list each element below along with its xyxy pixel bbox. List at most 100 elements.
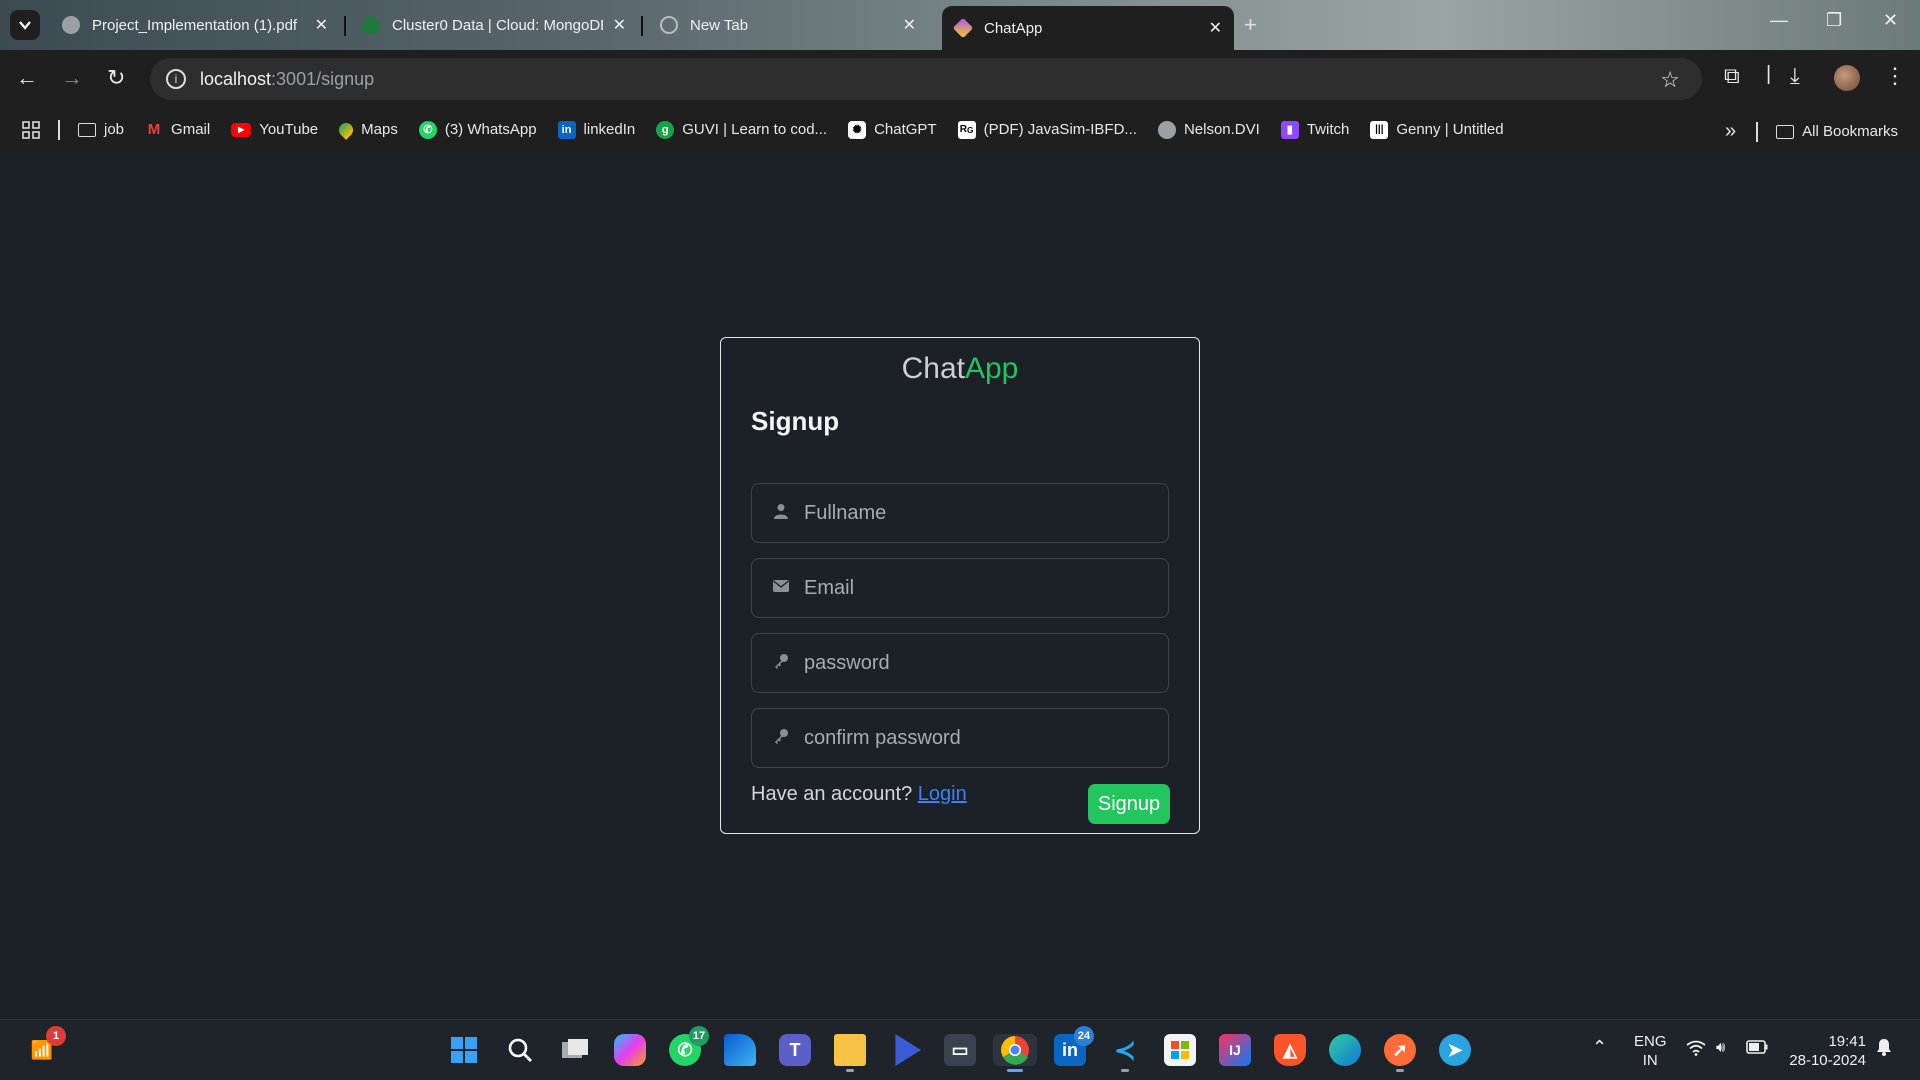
language-code: ENG (1634, 1033, 1667, 1050)
linkedin-icon[interactable]: in 24 (1054, 1026, 1094, 1066)
clock-time: 19:41 (1828, 1033, 1866, 1050)
password-input[interactable] (804, 651, 1144, 675)
intellij-icon[interactable]: IJ (1219, 1034, 1251, 1066)
profile-avatar[interactable] (1834, 65, 1860, 91)
restore-icon[interactable]: ❐ (1826, 10, 1842, 31)
edge-dev-icon[interactable] (724, 1034, 756, 1066)
chrome-icon[interactable] (993, 1034, 1037, 1072)
bookmark-javasim-pdf[interactable]: RG (PDF) JavaSim-IBFD... (957, 120, 1137, 139)
search-icon[interactable] (504, 1034, 536, 1066)
teams-icon[interactable]: T (779, 1034, 811, 1066)
whatsapp-icon[interactable]: ✆ 17 (669, 1026, 709, 1066)
bookmarks-right: » All Bookmarks (1725, 120, 1898, 143)
bookmark-twitch[interactable]: ▮ Twitch (1280, 120, 1349, 139)
all-bookmarks-button[interactable]: All Bookmarks (1776, 123, 1898, 140)
linkedin-icon: in (557, 120, 576, 139)
browser-toolbar: ← → ↻ i localhost :3001/signup ☆ ⧉ | ⤓ ⋮ (0, 50, 1920, 108)
login-link[interactable]: Login (918, 783, 967, 805)
copilot-icon[interactable] (614, 1034, 646, 1066)
signup-button[interactable]: Signup (1088, 784, 1170, 824)
extensions-icon[interactable]: ⧉ (1724, 63, 1740, 89)
language-indicator[interactable]: ENG IN (1634, 1032, 1667, 1070)
linkedin-badge: 24 (1074, 1026, 1094, 1046)
minimize-icon[interactable]: — (1770, 10, 1788, 31)
task-view-icon[interactable] (559, 1034, 591, 1066)
tab-chatapp[interactable]: ChatApp ✕ (942, 6, 1234, 50)
file-explorer-icon[interactable] (834, 1034, 866, 1072)
password-field[interactable] (751, 633, 1169, 693)
bookmark-chatgpt[interactable]: ✺ ChatGPT (848, 120, 937, 139)
folder-icon (1776, 124, 1795, 139)
clock[interactable]: 19:41 28-10-2024 (1786, 1032, 1866, 1070)
site-info-icon[interactable]: i (166, 69, 186, 89)
address-bar[interactable]: i localhost :3001/signup ☆ (150, 58, 1702, 100)
notification-bell-icon[interactable] (1876, 1038, 1892, 1061)
postman-icon[interactable]: ➚ (1384, 1034, 1416, 1072)
app-viewport: ChatApp Signup Fullname Email Have an ac… (0, 151, 1920, 1019)
close-icon[interactable]: ✕ (1209, 18, 1222, 38)
fullname-input[interactable] (804, 501, 1144, 525)
have-account-text: Have an account? (751, 783, 913, 805)
whatsapp-icon: ✆ (418, 120, 437, 139)
forward-arrow-icon[interactable]: → (61, 65, 83, 91)
guvi-icon: g (656, 120, 675, 139)
tab-mongodb[interactable]: Cluster0 Data | Cloud: MongoDB ✕ (350, 6, 638, 44)
tab-separator (641, 16, 643, 36)
more-menu-icon[interactable]: ⋮ (1884, 63, 1906, 89)
telegram-icon[interactable]: ➤ (1439, 1034, 1471, 1066)
bookmark-guvi[interactable]: g GUVI | Learn to cod... (656, 120, 827, 139)
start-windows-icon[interactable] (448, 1034, 480, 1066)
more-bookmarks-chevron-icon[interactable]: » (1725, 120, 1736, 143)
bookmark-genny[interactable]: ||| Genny | Untitled (1370, 120, 1504, 139)
bookmark-label: job (104, 121, 125, 138)
terminal-icon[interactable]: ▭ (944, 1034, 976, 1066)
new-tab-button[interactable]: + (1244, 12, 1257, 38)
bookmark-star-icon[interactable]: ☆ (1660, 67, 1680, 93)
confirm-password-field[interactable] (751, 708, 1169, 768)
power-automate-icon[interactable] (895, 1034, 921, 1066)
wifi-icon[interactable] (1686, 1040, 1706, 1061)
apps-grid-icon[interactable] (22, 120, 40, 139)
back-arrow-icon[interactable]: ← (16, 65, 38, 91)
close-icon[interactable]: ✕ (613, 15, 626, 35)
brave-icon[interactable]: ◭ (1274, 1034, 1306, 1066)
close-window-icon[interactable]: ✕ (1883, 10, 1898, 31)
edge-icon[interactable] (1329, 1034, 1361, 1066)
close-icon[interactable]: ✕ (903, 15, 916, 35)
key-icon (772, 653, 790, 674)
bookmark-youtube[interactable]: ▶ YouTube (231, 121, 318, 138)
vscode-icon[interactable]: ≺ (1109, 1034, 1141, 1072)
tab-separator (344, 16, 346, 36)
download-icon[interactable]: ⤓ (1790, 63, 1800, 89)
chatgpt-icon: ✺ (848, 120, 867, 139)
bookmark-whatsapp[interactable]: ✆ (3) WhatsApp (418, 120, 537, 139)
email-field[interactable] (751, 558, 1169, 618)
tab-new-tab[interactable]: New Tab ✕ (648, 6, 928, 44)
bookmark-label: Gmail (171, 121, 211, 138)
bookmark-maps[interactable]: Maps (336, 119, 398, 140)
bookmark-job[interactable]: job (78, 121, 124, 138)
battery-icon[interactable] (1746, 1040, 1768, 1059)
bookmark-nelson-dvi[interactable]: Nelson.DVI (1157, 120, 1260, 139)
microsoft-store-icon[interactable] (1164, 1034, 1196, 1066)
tab-project-pdf[interactable]: Project_Implementation (1).pdf ✕ (50, 6, 340, 44)
bookmarks-divider (58, 119, 60, 140)
whatsapp-badge: 17 (689, 1026, 709, 1046)
widgets-chart-icon[interactable]: 📶 1 (26, 1026, 66, 1066)
windows-taskbar: 📶 1 ✆ 17 T ▭ in 24 ≺ IJ ◭ ➚ ➤ ⌃ ENG IN 🔊… (0, 1019, 1920, 1080)
language-region: IN (1642, 1052, 1658, 1069)
fullname-field[interactable] (751, 483, 1169, 543)
reload-icon[interactable]: ↻ (107, 65, 125, 91)
close-icon[interactable]: ✕ (315, 15, 328, 35)
tab-search-button[interactable] (10, 10, 40, 40)
volume-icon[interactable]: 🔊︎ (1716, 1038, 1725, 1057)
bookmarks-divider (1756, 121, 1759, 142)
chevron-down-icon (19, 21, 31, 30)
confirm-password-input[interactable] (804, 726, 1144, 750)
email-input[interactable] (804, 576, 1144, 600)
tab-title: Project_Implementation (1).pdf (92, 16, 298, 34)
bookmark-linkedin[interactable]: in linkedIn (557, 120, 635, 139)
bookmark-gmail[interactable]: M Gmail (145, 121, 210, 139)
chrome-icon (660, 16, 678, 34)
show-hidden-icons-chevron[interactable]: ⌃ (1592, 1038, 1607, 1057)
